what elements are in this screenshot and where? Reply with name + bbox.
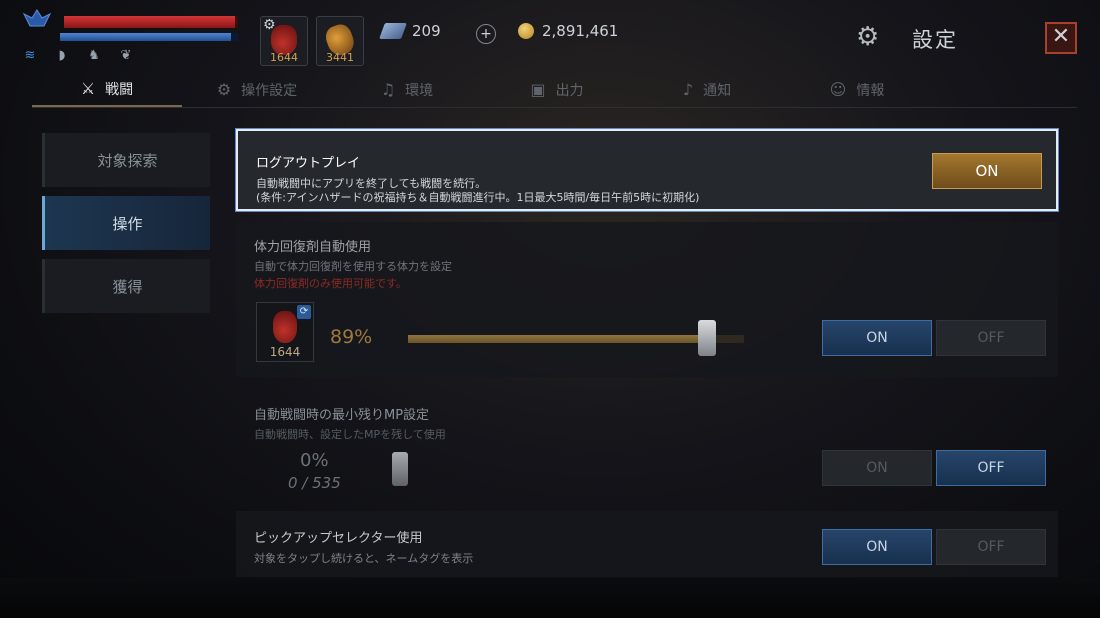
sidebar-item-operation[interactable]: 操作 xyxy=(42,196,210,250)
min-mp-percent: 0% xyxy=(300,450,329,471)
tab-info[interactable]: ☺ 情報 xyxy=(782,72,932,107)
hp-threshold-slider-fill xyxy=(408,335,708,343)
min-mp-slider-handle[interactable] xyxy=(392,452,408,486)
slot-qty: 3441 xyxy=(326,51,354,64)
quick-slot-hp-potion[interactable]: ⚙ 1644 xyxy=(260,16,308,66)
tab-label: 環境 xyxy=(405,82,434,99)
buff-icon[interactable]: ≋ xyxy=(14,46,46,66)
hp-threshold-slider-handle[interactable] xyxy=(698,320,717,356)
gem-count: 209 xyxy=(412,22,441,40)
min-mp-count: 0 / 535 xyxy=(288,474,341,492)
tab-label: 操作設定 xyxy=(241,82,298,99)
min-mp-title: 自動戦闘時の最小残りMP設定 xyxy=(254,408,430,423)
page-title: 設定 xyxy=(912,28,958,52)
tab-notifications[interactable]: ♪ 通知 xyxy=(632,72,782,107)
sidebar-item-acquire[interactable]: 獲得 xyxy=(42,259,210,313)
hp-potion-icon xyxy=(273,311,297,343)
hp-potion-qty: 1644 xyxy=(269,345,301,359)
pickup-selector-toggle: ON OFF xyxy=(822,529,1046,565)
gold-coin-icon xyxy=(518,23,534,39)
hp-potion-auto-panel: 体力回復剤自動使用 自動で体力回復剤を使用する体力を設定 体力回復剤のみ使用可能… xyxy=(236,222,1058,377)
hp-potion-toggle: ON OFF xyxy=(822,320,1046,356)
music-note-icon: ♫ xyxy=(380,80,396,99)
pickup-selector-panel: ピックアップセレクター使用 対象をタップし続けると、ネームタグを表示 ON OF… xyxy=(236,511,1058,577)
pickup-selector-on-button[interactable]: ON xyxy=(822,529,932,565)
class-emblem-icon xyxy=(22,9,52,27)
hp-bar xyxy=(64,16,238,28)
gem-icon xyxy=(379,23,407,39)
min-mp-panel: 自動戦闘時の最小残りMP設定 自動戦闘時、設定したMPを残して使用 0% 0 /… xyxy=(236,392,1058,500)
tab-label: 情報 xyxy=(856,82,885,99)
min-mp-off-button[interactable]: OFF xyxy=(936,450,1046,486)
logout-play-panel: ログアウトプレイ 自動戦闘中にアプリを終了しても戦闘を続行。 (条件:アインハザ… xyxy=(236,129,1058,211)
hp-threshold-slider[interactable] xyxy=(408,335,744,343)
slot-settings-icon: ⚙ xyxy=(263,17,276,33)
pet-icon[interactable]: ❦ xyxy=(110,46,142,66)
hp-potion-on-button[interactable]: ON xyxy=(822,320,932,356)
sidebar-item-target-search[interactable]: 対象探索 xyxy=(42,133,210,187)
sidebar-item-label: 操作 xyxy=(112,214,143,233)
mount-icon[interactable]: ♞ xyxy=(78,46,110,66)
status-icons: ≋ ◗ ♞ ❦ xyxy=(14,46,142,66)
output-icon: ▣ xyxy=(530,80,546,99)
tab-label: 出力 xyxy=(555,82,584,99)
tab-controls[interactable]: ⚙ 操作設定 xyxy=(182,72,332,107)
hp-potion-off-button[interactable]: OFF xyxy=(936,320,1046,356)
hp-bar-fill xyxy=(64,16,235,28)
hp-potion-title: 体力回復剤自動使用 xyxy=(254,240,372,255)
crossed-swords-icon: ⚔ xyxy=(80,79,96,98)
mp-bar xyxy=(60,33,238,41)
sidebar-item-label: 獲得 xyxy=(112,277,143,296)
bottom-bar xyxy=(0,578,1100,618)
hp-threshold-percent: 89% xyxy=(330,326,373,348)
tab-label: 戦闘 xyxy=(105,81,134,98)
helmet-icon[interactable]: ◗ xyxy=(46,46,78,66)
pickup-selector-off-button[interactable]: OFF xyxy=(936,529,1046,565)
pickup-selector-description: 対象をタップし続けると、ネームタグを表示 xyxy=(254,552,474,565)
pickup-selector-title: ピックアップセレクター使用 xyxy=(254,531,423,546)
mp-bar-fill xyxy=(60,33,231,41)
sidebar-item-label: 対象探索 xyxy=(97,151,158,170)
swap-icon[interactable]: ⟳ xyxy=(297,305,311,319)
quick-slot-item[interactable]: 3441 xyxy=(316,16,364,66)
min-mp-on-button[interactable]: ON xyxy=(822,450,932,486)
hp-potion-select[interactable]: ⟳ 1644 xyxy=(256,302,314,362)
gold-currency: 2,891,461 xyxy=(518,22,618,40)
hp-potion-description: 自動で体力回復剤を使用する体力を設定 xyxy=(254,260,452,273)
logout-play-desc-line1: 自動戦闘中にアプリを終了しても戦闘を続行。 xyxy=(256,177,487,190)
bell-icon: ♪ xyxy=(682,80,694,99)
min-mp-description: 自動戦闘時、設定したMPを残して使用 xyxy=(254,428,446,441)
settings-gear-icon: ⚙ xyxy=(856,22,880,52)
min-mp-toggle: ON OFF xyxy=(822,450,1046,486)
gear-icon: ⚙ xyxy=(216,80,232,99)
close-button[interactable]: ✕ xyxy=(1045,22,1077,54)
top-hud: ≋ ◗ ♞ ❦ ⚙ 1644 3441 209 + 2,891,461 ⚙ 設定… xyxy=(0,0,1100,72)
logout-play-desc-line2: (条件:アインハザードの祝福持ち＆自動戦闘進行中。1日最大5時間/毎日午前5時に… xyxy=(256,191,700,204)
tab-combat[interactable]: ⚔ 戦闘 xyxy=(32,72,182,107)
gem-currency: 209 xyxy=(379,22,441,40)
person-icon: ☺ xyxy=(829,80,847,99)
hp-potion-warning: 体力回復剤のみ使用可能です。 xyxy=(254,277,407,290)
tab-environment[interactable]: ♫ 環境 xyxy=(332,72,482,107)
logout-play-on-button[interactable]: ON xyxy=(932,153,1042,189)
logout-play-description: 自動戦闘中にアプリを終了しても戦闘を続行。 (条件:アインハザードの祝福持ち＆自… xyxy=(256,177,699,205)
add-currency-button[interactable]: + xyxy=(476,24,496,44)
tab-label: 通知 xyxy=(703,82,732,99)
slot-qty: 1644 xyxy=(270,51,298,64)
logout-play-title: ログアウトプレイ xyxy=(256,156,361,171)
tab-output[interactable]: ▣ 出力 xyxy=(482,72,632,107)
settings-tabs: ⚔ 戦闘 ⚙ 操作設定 ♫ 環境 ▣ 出力 ♪ 通知 ☺ 情報 xyxy=(32,72,1077,108)
sidebar: 対象探索 操作 獲得 xyxy=(42,133,210,322)
gold-count: 2,891,461 xyxy=(542,22,619,40)
